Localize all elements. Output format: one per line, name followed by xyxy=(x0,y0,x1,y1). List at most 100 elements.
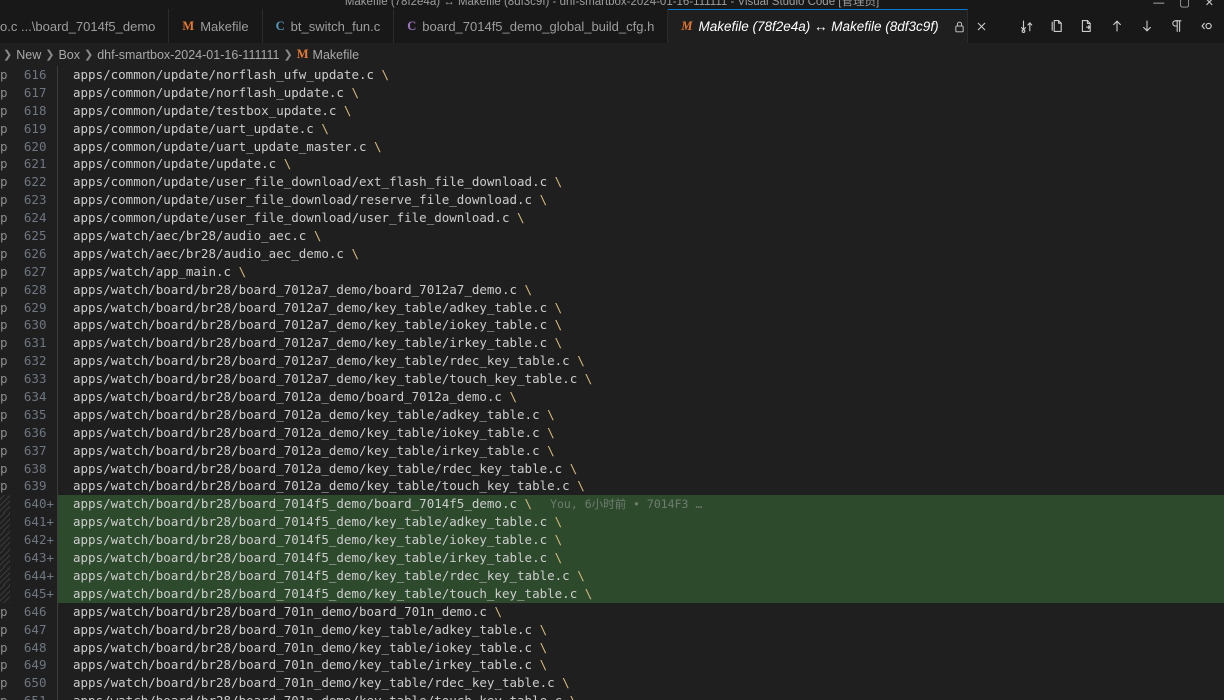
gutter-divider xyxy=(57,388,68,406)
code-line[interactable]: 641+ apps/watch/board/br28/board_7014f5_d… xyxy=(0,513,1224,532)
code-text[interactable]: apps/common/update/norflash_ufw_update.c… xyxy=(68,66,1224,84)
code-text[interactable]: apps/watch/board/br28/board_7014f5_demo/… xyxy=(68,495,1224,513)
code-text[interactable]: apps/common/update/user_file_download/ex… xyxy=(68,173,1224,191)
code-text[interactable]: apps/watch/board/br28/board_701n_demo/ke… xyxy=(68,674,1224,692)
code-text[interactable]: apps/watch/board/br28/board_7012a7_demo/… xyxy=(68,316,1224,334)
code-text[interactable]: apps/watch/board/br28/board_7012a7_demo/… xyxy=(68,334,1224,352)
code-text[interactable]: apps/common/update/uart_update_master.c … xyxy=(68,138,1224,156)
code-line[interactable]: p 618 apps/common/update/testbox_update.c… xyxy=(0,101,1224,120)
code-text[interactable]: apps/watch/board/br28/board_7012a_demo/k… xyxy=(68,460,1224,478)
code-line[interactable]: p 632 apps/watch/board/br28/board_7012a7_… xyxy=(0,352,1224,371)
code-text[interactable]: apps/watch/board/br28/board_7012a_demo/k… xyxy=(68,442,1224,460)
lock-icon[interactable] xyxy=(953,20,966,33)
code-line[interactable]: p 630 apps/watch/board/br28/board_7012a7_… xyxy=(0,316,1224,335)
toggle-inline-view-icon[interactable] xyxy=(1044,13,1070,39)
code-text[interactable]: apps/watch/board/br28/board_7014f5_demo/… xyxy=(68,513,1224,531)
code-line[interactable]: p 616 apps/common/update/norflash_ufw_upd… xyxy=(0,66,1224,84)
code-text[interactable]: apps/watch/app_main.c \ xyxy=(68,263,1224,281)
code-line[interactable]: p 646 apps/watch/board/br28/board_701n_de… xyxy=(0,602,1224,621)
git-blame-annotation[interactable]: You, 6小时前 • 7014F3 … xyxy=(532,497,702,511)
code-line[interactable]: 640+ apps/watch/board/br28/board_7014f5_d… xyxy=(0,495,1224,514)
breadcrumb-item-1[interactable]: Box xyxy=(55,48,83,62)
code-line[interactable]: p 631 apps/watch/board/br28/board_7012a7_… xyxy=(0,334,1224,353)
code-text[interactable]: apps/common/update/uart_update.c \ xyxy=(68,120,1224,138)
code-text[interactable]: apps/watch/board/br28/board_7014f5_demo/… xyxy=(68,567,1224,585)
code-text[interactable]: apps/watch/board/br28/board_7014f5_demo/… xyxy=(68,585,1224,603)
open-changes-icon[interactable] xyxy=(1074,13,1100,39)
code-path: apps/watch/board/br28/board_7014f5_demo/… xyxy=(73,550,548,566)
code-text[interactable]: apps/watch/board/br28/board_701n_demo/ke… xyxy=(68,692,1224,700)
code-text[interactable]: apps/watch/board/br28/board_7012a7_demo/… xyxy=(68,299,1224,317)
code-text[interactable]: apps/watch/board/br28/board_701n_demo/ke… xyxy=(68,621,1224,639)
code-line[interactable]: p 621 apps/common/update/update.c \ xyxy=(0,155,1224,174)
breadcrumb-item-2[interactable]: dhf-smartbox-2024-01-16-111111 xyxy=(94,48,282,62)
code-line[interactable]: 644+ apps/watch/board/br28/board_7014f5_d… xyxy=(0,566,1224,585)
code-line[interactable]: p 623 apps/common/update/user_file_downlo… xyxy=(0,191,1224,210)
code-text[interactable]: apps/watch/board/br28/board_7012a7_demo/… xyxy=(68,281,1224,299)
code-line[interactable]: p 629 apps/watch/board/br28/board_7012a7_… xyxy=(0,298,1224,317)
code-text[interactable]: apps/watch/board/br28/board_701n_demo/ke… xyxy=(68,639,1224,657)
code-line[interactable]: p 625 apps/watch/aec/br28/audio_aec.c \ xyxy=(0,227,1224,245)
code-text[interactable]: apps/watch/board/br28/board_7014f5_demo/… xyxy=(68,531,1224,549)
code-line[interactable]: p 619 apps/common/update/uart_update.c \ xyxy=(0,119,1224,138)
diff-change-stripe xyxy=(0,513,10,532)
code-line[interactable]: p 627 apps/watch/app_main.c \ xyxy=(0,262,1224,281)
code-line[interactable]: p 635 apps/watch/board/br28/board_7012a_d… xyxy=(0,405,1224,424)
gutter-divider xyxy=(57,244,68,263)
code-line[interactable]: p 636 apps/watch/board/br28/board_7012a_d… xyxy=(0,423,1224,442)
editor-tab-3[interactable]: Cboard_7014f5_demo_global_build_cfg.h xyxy=(394,9,669,43)
code-line[interactable]: p 647 apps/watch/board/br28/board_701n_de… xyxy=(0,620,1224,639)
code-line[interactable]: p 637 apps/watch/board/br28/board_7012a_d… xyxy=(0,441,1224,460)
breadcrumb-item-3[interactable]: M Makefile xyxy=(294,47,362,62)
code-text[interactable]: apps/common/update/norflash_update.c \ xyxy=(68,84,1224,102)
code-text[interactable]: apps/watch/board/br28/board_701n_demo/ke… xyxy=(68,656,1224,674)
code-line[interactable]: p 624 apps/common/update/user_file_downlo… xyxy=(0,209,1224,228)
code-text[interactable]: apps/watch/board/br28/board_7012a7_demo/… xyxy=(68,370,1224,388)
code-text[interactable]: apps/common/update/user_file_download/us… xyxy=(68,209,1224,227)
editor-tab-1[interactable]: M Makefile xyxy=(169,9,263,43)
code-line[interactable]: p 651 apps/watch/board/br28/board_701n_de… xyxy=(0,692,1224,700)
editor-tab-4[interactable]: M Makefile (78f2e4a) ↔ Makefile (8df3c9f) xyxy=(668,9,985,43)
code-text[interactable]: apps/watch/board/br28/board_7012a_demo/k… xyxy=(68,424,1224,442)
next-change-icon[interactable] xyxy=(1134,13,1160,39)
code-text[interactable]: apps/watch/aec/br28/audio_aec_demo.c \ xyxy=(68,245,1224,263)
code-line[interactable]: p 633 apps/watch/board/br28/board_7012a7_… xyxy=(0,370,1224,389)
swap-sides-icon[interactable] xyxy=(1014,13,1040,39)
editor-tab-0[interactable]: o.c ...\board_7014f5_demo xyxy=(0,9,170,43)
code-line[interactable]: p 634 apps/watch/board/br28/board_7012a_d… xyxy=(0,388,1224,406)
code-line[interactable]: 642+ apps/watch/board/br28/board_7014f5_d… xyxy=(0,531,1224,550)
code-line[interactable]: p 650 apps/watch/board/br28/board_701n_de… xyxy=(0,674,1224,693)
code-text[interactable]: apps/watch/board/br28/board_701n_demo/bo… xyxy=(68,603,1224,621)
previous-change-icon[interactable] xyxy=(1104,13,1130,39)
more-actions-icon[interactable] xyxy=(1194,13,1220,39)
code-text[interactable]: apps/common/update/testbox_update.c \ xyxy=(68,102,1224,120)
diff-editor-modified-pane[interactable]: p 616 apps/common/update/norflash_ufw_upd… xyxy=(0,66,1224,700)
ignore-trim-whitespace-icon[interactable] xyxy=(1164,13,1190,39)
code-line[interactable]: 645+ apps/watch/board/br28/board_7014f5_d… xyxy=(0,584,1224,603)
gutter-divider xyxy=(57,83,68,102)
code-line[interactable]: p 626 apps/watch/aec/br28/audio_aec_demo.… xyxy=(0,244,1224,263)
close-icon[interactable] xyxy=(975,20,988,33)
code-line[interactable]: p 617 apps/common/update/norflash_update.… xyxy=(0,83,1224,102)
code-line[interactable]: p 628 apps/watch/board/br28/board_7012a7_… xyxy=(0,280,1224,299)
code-text[interactable]: apps/common/update/update.c \ xyxy=(68,155,1224,173)
code-text[interactable]: apps/watch/board/br28/board_7012a_demo/b… xyxy=(68,388,1224,406)
code-path: apps/watch/aec/br28/audio_aec_demo.c xyxy=(73,245,344,261)
editor-tab-2[interactable]: Cbt_switch_fun.c xyxy=(262,9,395,43)
window-controls[interactable]: — ▢ ✕ xyxy=(1153,0,1220,9)
code-text[interactable]: apps/watch/board/br28/board_7012a_demo/k… xyxy=(68,477,1224,495)
code-line[interactable]: p 649 apps/watch/board/br28/board_701n_de… xyxy=(0,656,1224,675)
code-text[interactable]: apps/watch/board/br28/board_7012a_demo/k… xyxy=(68,406,1224,424)
code-line[interactable]: p 622 apps/common/update/user_file_downlo… xyxy=(0,173,1224,192)
makefile-icon: M xyxy=(681,19,693,33)
code-text[interactable]: apps/watch/board/br28/board_7014f5_demo/… xyxy=(68,549,1224,567)
breadcrumb-item-0[interactable]: New xyxy=(13,48,44,62)
code-line[interactable]: p 639 apps/watch/board/br28/board_7012a_d… xyxy=(0,477,1224,496)
code-line[interactable]: p 620 apps/common/update/uart_update_mast… xyxy=(0,137,1224,156)
code-text[interactable]: apps/watch/aec/br28/audio_aec.c \ xyxy=(68,227,1224,245)
code-line[interactable]: p 648 apps/watch/board/br28/board_701n_de… xyxy=(0,638,1224,657)
code-line[interactable]: 643+ apps/watch/board/br28/board_7014f5_d… xyxy=(0,549,1224,567)
code-text[interactable]: apps/common/update/user_file_download/re… xyxy=(68,191,1224,209)
code-line[interactable]: p 638 apps/watch/board/br28/board_7012a_d… xyxy=(0,459,1224,478)
code-text[interactable]: apps/watch/board/br28/board_7012a7_demo/… xyxy=(68,352,1224,370)
